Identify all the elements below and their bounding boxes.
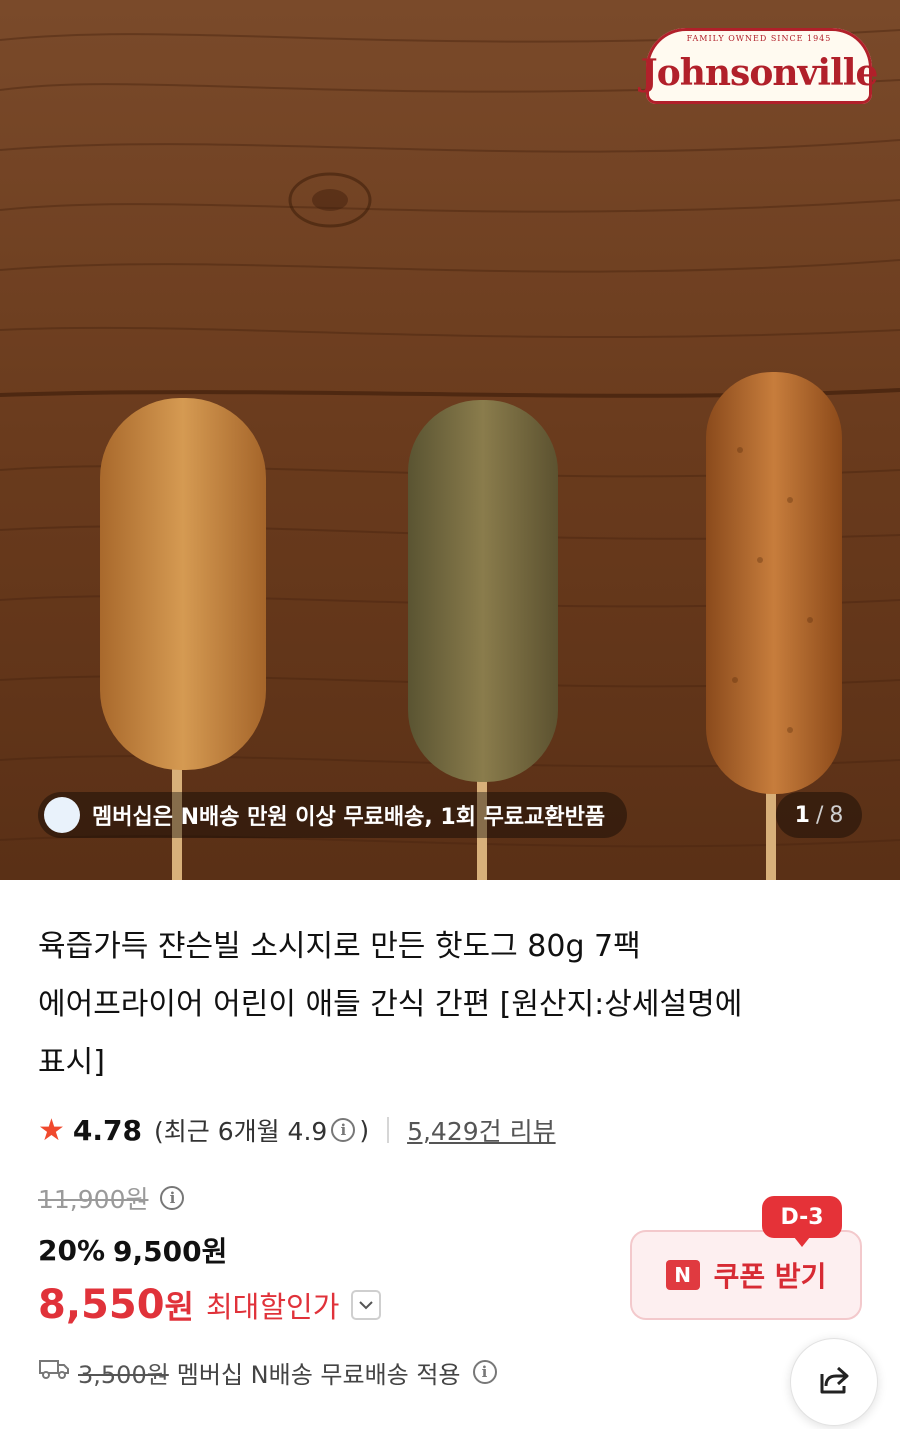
brand-logo: FAMILY OWNED SINCE 1945 Johnsonville [641, 28, 878, 104]
info-icon[interactable]: i [160, 1186, 185, 1210]
discounted-price: 9,500원 [113, 1235, 228, 1268]
shipping-note: 멤버십 N배송 무료배송 적용 [176, 1360, 461, 1389]
recent-rating-text: (최근 6개월 4.9 [154, 1117, 328, 1146]
product-title: 육즙가득 쟌슨빌 소시지로 만든 핫도그 80g 7팩 에어프라이어 어린이 애… [38, 918, 868, 1092]
truck-icon [38, 1358, 70, 1386]
share-button[interactable] [790, 1338, 878, 1426]
membership-banner-text: 멤버십은 N배송 만원 이상 무료배송, 1회 무료교환반품 [92, 805, 606, 830]
recent-rating-close: ) [359, 1115, 370, 1145]
dday-badge: D-3 [762, 1196, 842, 1247]
membership-banner[interactable]: 멤버십은 N배송 만원 이상 무료배송, 1회 무료교환반품 [38, 792, 628, 838]
brand-logo-band: FAMILY OWNED SINCE 1945 [686, 34, 832, 43]
product-photo [0, 0, 900, 880]
discount-rate: 20% [38, 1233, 106, 1267]
naver-n-icon: N [665, 1260, 700, 1290]
star-icon: ★ [38, 1112, 65, 1148]
image-counter-current: 1 [794, 802, 810, 828]
max-discount-label: 최대할인가 [205, 1290, 340, 1324]
product-title-line: 표시] [38, 1045, 105, 1080]
image-counter-total: 8 [829, 802, 844, 828]
product-title-line: 육즙가득 쟌슨빌 소시지로 만든 핫도그 80g 7팩 [38, 929, 641, 964]
image-counter: 1 / 8 [776, 792, 862, 838]
divider [387, 1117, 390, 1143]
coupon-button[interactable]: N 쿠폰 받기 [630, 1230, 862, 1320]
final-price-amount: 8,550 [38, 1282, 165, 1328]
membership-icon [44, 797, 80, 833]
info-icon[interactable]: i [331, 1118, 356, 1142]
final-price-row[interactable]: 8,550 원 최대할인가 [38, 1278, 382, 1332]
chevron-down-icon[interactable] [351, 1290, 382, 1320]
final-price-unit: 원 [164, 1288, 194, 1326]
original-price-row: 11,900원 i [38, 1178, 188, 1218]
info-icon[interactable]: i [472, 1360, 497, 1384]
product-title-line: 에어프라이어 어린이 애들 간식 간편 [원산지:상세설명에 [38, 987, 743, 1022]
product-image[interactable]: FAMILY OWNED SINCE 1945 Johnsonville 멤버십… [0, 0, 900, 880]
brand-logo-text: Johnsonville [640, 52, 879, 94]
share-icon [814, 1360, 854, 1404]
image-counter-separator: / [815, 802, 824, 828]
original-price: 11,900원 [38, 1185, 149, 1214]
coupon-button-label: 쿠폰 받기 [713, 1260, 827, 1293]
rating-score: 4.78 [72, 1113, 142, 1147]
shipping-row: 3,500원 멤버십 N배송 무료배송 적용 i [38, 1350, 501, 1394]
rating-row: ★ 4.78 (최근 6개월 4.9 i ) 5,429건 리뷰 [38, 1108, 556, 1152]
discount-row: 20% 9,500원 [38, 1228, 227, 1272]
review-count-link[interactable]: 5,429건 리뷰 [407, 1112, 556, 1148]
shipping-fee: 3,500원 [78, 1360, 169, 1389]
